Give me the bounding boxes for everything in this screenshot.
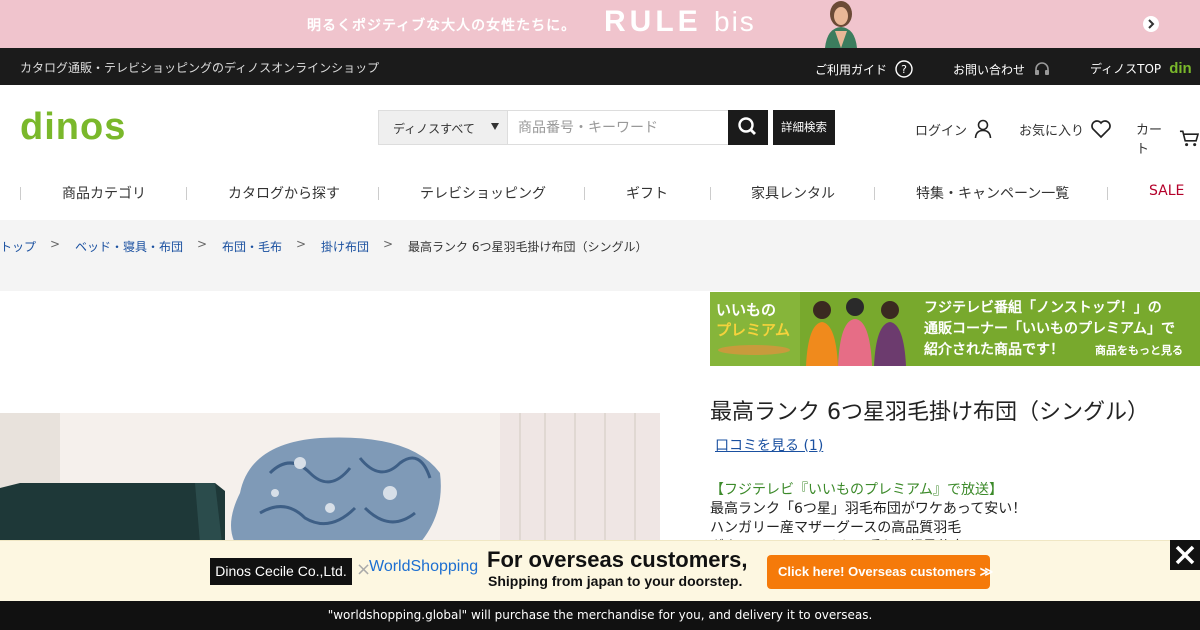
nav-separator bbox=[874, 187, 875, 200]
overseas-subline: Shipping from japan to your doorstep. bbox=[488, 573, 743, 589]
breadcrumb-separator: > bbox=[296, 237, 307, 251]
promo-next-button[interactable] bbox=[1143, 16, 1159, 32]
dinos-top-label: ディノスTOP bbox=[1090, 62, 1162, 76]
overseas-footer-note: "worldshopping.global" will purchase the… bbox=[0, 601, 1200, 630]
broadcast-note: 【フジテレビ『いいものプレミアム』で放送】 bbox=[710, 482, 1004, 498]
close-icon bbox=[1175, 545, 1195, 565]
favorites-label: お気に入り bbox=[1019, 123, 1085, 139]
ad-text-line2: 通販コーナー「いいものプレミアム」で bbox=[924, 321, 1176, 337]
cart-link[interactable]: カート bbox=[1136, 119, 1200, 157]
breadcrumb-separator: > bbox=[50, 237, 61, 251]
product-desc-line: 最高ランク「6つ星」羽毛布団がワケあって安い！ bbox=[710, 501, 1027, 517]
breadcrumb-separator: > bbox=[197, 237, 208, 251]
search-category-select[interactable]: ディノスすべて bbox=[379, 111, 508, 144]
breadcrumb-item-bedding[interactable]: ベッド・寝具・布団 bbox=[75, 238, 183, 255]
dinos-top-link[interactable]: ディノスTOP din bbox=[1090, 60, 1192, 77]
heart-icon bbox=[1091, 120, 1111, 139]
login-label: ログイン bbox=[915, 123, 968, 139]
product-title: 最高ランク 6つ星羽毛掛け布団（シングル） bbox=[710, 400, 1149, 425]
ad-more-link[interactable]: 商品をもっと見る bbox=[1095, 342, 1183, 358]
search-input[interactable] bbox=[509, 111, 728, 144]
nav-item-gift[interactable]: ギフト bbox=[626, 183, 668, 203]
dinos-logo[interactable]: dinos bbox=[20, 106, 126, 149]
chevron-right-icon bbox=[1148, 19, 1155, 29]
search-category-value: ディノスすべて bbox=[393, 122, 475, 136]
dinos-cecile-logo: Dinos Cecile Co.,Ltd. bbox=[210, 558, 352, 585]
search-box: ディノスすべて bbox=[378, 110, 768, 145]
promo-model-image bbox=[815, 0, 867, 48]
cart-label: カート bbox=[1136, 123, 1163, 157]
nav-separator bbox=[1107, 187, 1108, 200]
nav-separator bbox=[186, 187, 187, 200]
review-link[interactable]: 口コミを見る (1) bbox=[715, 435, 823, 455]
close-overseas-button[interactable] bbox=[1170, 540, 1200, 570]
help-icon: ? bbox=[895, 60, 913, 78]
nav-item-categories[interactable]: 商品カテゴリ bbox=[62, 183, 146, 203]
breadcrumb-item-futon[interactable]: 布団・毛布 bbox=[222, 238, 282, 255]
product-desc-line: ハンガリー産マザーグースの高品質羽毛 bbox=[710, 520, 962, 536]
nav-item-campaigns[interactable]: 特集・キャンペーン一覧 bbox=[916, 183, 1069, 203]
promo-banner[interactable]: 明るくポジティブな大人の女性たちに。 RULE bis bbox=[0, 0, 1200, 48]
nav-separator bbox=[710, 187, 711, 200]
iimono-premium-banner[interactable]: いいもの プレミアム フジテレビ番組「ノンストップ！」の 通販コーナー「いいもの… bbox=[710, 292, 1200, 366]
ad-logo-line2: プレミアム bbox=[716, 321, 790, 339]
nav-separator bbox=[378, 187, 379, 200]
contact-link[interactable]: お問い合わせ bbox=[953, 60, 1051, 78]
ad-logo-line1: いいもの bbox=[716, 301, 777, 319]
overseas-banner: Dinos Cecile Co.,Ltd. × WorldShopping Fo… bbox=[0, 540, 1200, 601]
product-photo bbox=[0, 413, 660, 541]
breadcrumb-separator: > bbox=[383, 237, 394, 251]
global-nav: 商品カテゴリ カタログから探す テレビショッピング ギフト 家具レンタル 特集・… bbox=[0, 172, 1200, 212]
iimono-premium-logo: いいもの プレミアム bbox=[716, 300, 790, 340]
promo-brand-logo: RULE bis bbox=[604, 5, 756, 39]
contact-link-label: お問い合わせ bbox=[953, 62, 1026, 77]
overseas-headline: For overseas customers, bbox=[487, 547, 748, 572]
user-icon bbox=[974, 119, 992, 139]
svg-text:?: ? bbox=[901, 63, 907, 76]
guide-link[interactable]: ご利用ガイド ? bbox=[815, 60, 913, 78]
overseas-customers-button[interactable]: Click here! Overseas customers ≫ bbox=[767, 555, 993, 589]
breadcrumb-item-comforter[interactable]: 掛け布団 bbox=[321, 238, 369, 255]
cart-icon bbox=[1180, 130, 1200, 147]
nav-separator bbox=[584, 187, 585, 200]
product-image[interactable] bbox=[0, 291, 660, 541]
breadcrumb-current: 最高ランク 6つ星羽毛掛け布団（シングル） bbox=[408, 240, 648, 254]
breadcrumb bbox=[0, 220, 1200, 291]
promo-brand-main: RULE bbox=[604, 5, 702, 38]
advanced-search-button[interactable]: 詳細検索 bbox=[773, 110, 835, 145]
promo-tagline: 明るくポジティブな大人の女性たちに。 bbox=[307, 18, 577, 34]
promo-brand-sub: bis bbox=[714, 6, 756, 37]
nav-separator bbox=[20, 187, 21, 200]
site-tagline: カタログ通販・テレビショッピングのディノスオンラインショップ bbox=[20, 61, 380, 75]
dinos-mini-logo: din bbox=[1169, 60, 1192, 77]
search-button[interactable] bbox=[728, 110, 768, 145]
login-link[interactable]: ログイン bbox=[915, 119, 993, 139]
worldshopping-logo: WorldShopping bbox=[369, 558, 479, 575]
breadcrumb-item-top[interactable]: トップ bbox=[0, 238, 36, 255]
search-icon bbox=[738, 117, 756, 135]
caret-down-icon bbox=[491, 123, 499, 130]
nav-item-catalog[interactable]: カタログから探す bbox=[228, 183, 340, 203]
ad-text-line1: フジテレビ番組「ノンストップ！」の bbox=[924, 300, 1162, 316]
utility-bar: カタログ通販・テレビショッピングのディノスオンラインショップ ご利用ガイド ? … bbox=[0, 48, 1200, 85]
nav-item-sale[interactable]: SALE bbox=[1149, 183, 1184, 199]
guide-link-label: ご利用ガイド bbox=[815, 62, 888, 77]
nav-item-furniture-rental[interactable]: 家具レンタル bbox=[751, 183, 835, 203]
favorites-link[interactable]: お気に入り bbox=[1019, 119, 1112, 139]
nav-item-tv-shopping[interactable]: テレビショッピング bbox=[420, 183, 546, 203]
headset-icon bbox=[1035, 62, 1050, 75]
